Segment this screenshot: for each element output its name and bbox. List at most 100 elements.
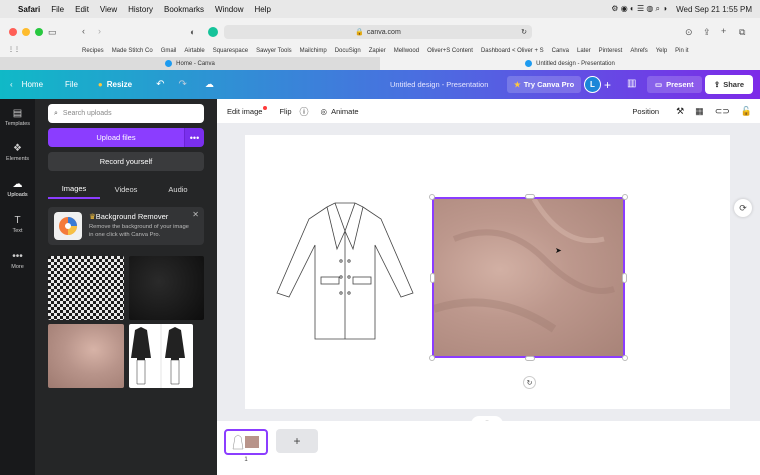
fav-oliver-content[interactable]: Oliver+S Content (427, 48, 473, 54)
tab-untitled-design[interactable]: Untitled design - Presentation (380, 57, 760, 70)
fav-dashboard[interactable]: Dashboard < Oliver + S (481, 48, 544, 54)
cloud-save-icon[interactable]: ☁ (198, 79, 221, 90)
menu-window[interactable]: Window (215, 5, 243, 14)
fav-pinterest[interactable]: Pinterest (599, 48, 623, 54)
resize-handle-tl[interactable] (429, 194, 435, 200)
record-yourself-button[interactable]: Record yourself (48, 152, 204, 171)
selected-fabric-image[interactable]: ➤ (432, 197, 625, 358)
fav-squarespace[interactable]: Squarespace (213, 48, 248, 54)
resize-handle-br[interactable] (622, 355, 628, 361)
fav-yelp[interactable]: Yelp (656, 48, 667, 54)
try-canva-pro-button[interactable]: ★ Try Canva Pro (507, 76, 582, 93)
page-thumbnail[interactable] (224, 429, 268, 455)
reload-icon[interactable]: ↻ (521, 28, 527, 36)
menu-bookmarks[interactable]: Bookmarks (164, 5, 204, 14)
refresh-icon[interactable]: ⟳ (734, 199, 752, 217)
back-icon[interactable]: ‹ (82, 26, 85, 36)
fav-airtable[interactable]: Airtable (184, 48, 204, 54)
fav-recipes[interactable]: Recipes (82, 48, 104, 54)
tab-images[interactable]: Images (48, 179, 100, 199)
position-button[interactable]: Position (632, 107, 659, 116)
fav-later[interactable]: Later (577, 48, 591, 54)
home-button[interactable]: Home (15, 80, 50, 89)
close-icon[interactable]: ✕ (192, 210, 199, 219)
flip-button[interactable]: Flip (279, 107, 291, 116)
lock-icon[interactable]: 🔓 (741, 106, 752, 117)
search-uploads-input[interactable]: ⌕ Search uploads (48, 104, 204, 123)
upload-thumb-coat-sketches[interactable] (129, 324, 193, 388)
insights-icon[interactable]: ▥ (627, 78, 636, 89)
upload-thumb-houndstooth[interactable] (48, 256, 124, 320)
add-page-button[interactable]: + (276, 429, 318, 453)
menu-help[interactable]: Help (254, 5, 270, 14)
fav-ahrefs[interactable]: Ahrefs (630, 48, 647, 54)
link-icon[interactable]: ⊂⊃ (715, 106, 730, 117)
background-remover-promo[interactable]: ♛Background Remover Remove the backgroun… (48, 207, 204, 245)
menu-history[interactable]: History (128, 5, 153, 14)
close-window-button[interactable] (9, 28, 17, 36)
share-button[interactable]: ⇪ Share (705, 75, 753, 94)
resize-handle-bl[interactable] (429, 355, 435, 361)
new-tab-icon[interactable]: + (721, 26, 726, 36)
upload-more-button[interactable]: ••• (184, 128, 204, 147)
fav-pin-it[interactable]: Pin it (675, 48, 688, 54)
resize-button[interactable]: ● Resize (91, 80, 139, 89)
animate-button[interactable]: ◎ Animate (321, 107, 359, 116)
undo-icon[interactable]: ↶ (149, 79, 171, 90)
upload-thumb-pink-fabric[interactable] (48, 324, 124, 388)
file-menu-button[interactable]: File (58, 80, 85, 89)
resize-handle-top[interactable] (525, 194, 535, 199)
fav-zapier[interactable]: Zapier (369, 48, 386, 54)
coat-technical-drawing[interactable] (275, 201, 415, 346)
fav-made-stitch[interactable]: Made Stitch Co (112, 48, 153, 54)
minimize-window-button[interactable] (22, 28, 30, 36)
shield-icon[interactable]: ◐ (190, 27, 195, 37)
fav-sawyer-tools[interactable]: Sawyer Tools (256, 48, 292, 54)
tab-audio[interactable]: Audio (152, 179, 204, 199)
menu-view[interactable]: View (100, 5, 117, 14)
share-page-icon[interactable]: ⇪ (703, 27, 711, 38)
rail-item-text[interactable]: T Text (0, 215, 35, 234)
resize-handle-bottom[interactable] (525, 356, 535, 361)
upload-files-button[interactable]: Upload files (48, 128, 184, 147)
tab-home-canva[interactable]: Home - Canva (0, 57, 380, 70)
present-label: Present (666, 80, 694, 89)
fav-docusign[interactable]: DocuSign (335, 48, 361, 54)
avatar[interactable]: L (584, 76, 601, 93)
menu-file[interactable]: File (51, 5, 64, 14)
menu-edit[interactable]: Edit (75, 5, 89, 14)
document-title[interactable]: Untitled design - Presentation (390, 80, 488, 89)
resize-handle-tr[interactable] (622, 194, 628, 200)
rail-item-uploads[interactable]: ☁ Uploads (0, 179, 35, 198)
grammarly-icon[interactable] (208, 27, 218, 37)
address-bar[interactable]: 🔒 canva.com ↻ (224, 25, 532, 39)
rail-item-elements[interactable]: ❖ Elements (0, 143, 35, 162)
grid-icon[interactable]: ⋮⋮ (8, 46, 20, 53)
add-collaborator-icon[interactable]: + (604, 78, 611, 92)
transparency-icon[interactable]: ▦ (695, 106, 704, 117)
forward-icon[interactable]: › (98, 26, 101, 36)
sidebar-toggle-icon[interactable]: ▭ (48, 27, 57, 38)
fav-mailchimp[interactable]: Mailchimp (300, 48, 327, 54)
fav-mellwood[interactable]: Mellwood (394, 48, 419, 54)
upload-thumb-black-fabric[interactable] (129, 256, 204, 320)
design-canvas[interactable]: ➤ ↻ (245, 135, 730, 409)
download-icon[interactable]: ⊙ (685, 27, 693, 38)
menu-safari[interactable]: Safari (18, 5, 40, 14)
rotate-handle-icon[interactable]: ↻ (523, 376, 536, 389)
present-button[interactable]: ▭ Present (647, 76, 702, 93)
resize-handle-left[interactable] (430, 273, 435, 283)
resize-handle-right[interactable] (622, 273, 627, 283)
tab-overview-icon[interactable]: ⧉ (739, 27, 745, 38)
edit-image-button[interactable]: Edit image (227, 106, 268, 116)
tab-videos[interactable]: Videos (100, 179, 152, 199)
info-icon[interactable]: ⓘ (300, 105, 309, 118)
rail-item-templates[interactable]: ▤ Templates (0, 108, 35, 127)
fav-canva[interactable]: Canva (552, 48, 569, 54)
redo-icon[interactable]: ↷ (172, 79, 194, 90)
fav-gmail[interactable]: Gmail (161, 48, 177, 54)
back-chevron-icon[interactable]: ‹ (0, 80, 15, 89)
rail-item-more[interactable]: ••• More (0, 251, 35, 270)
zoom-window-button[interactable] (35, 28, 43, 36)
paint-roller-icon[interactable]: ⚒ (676, 106, 684, 117)
